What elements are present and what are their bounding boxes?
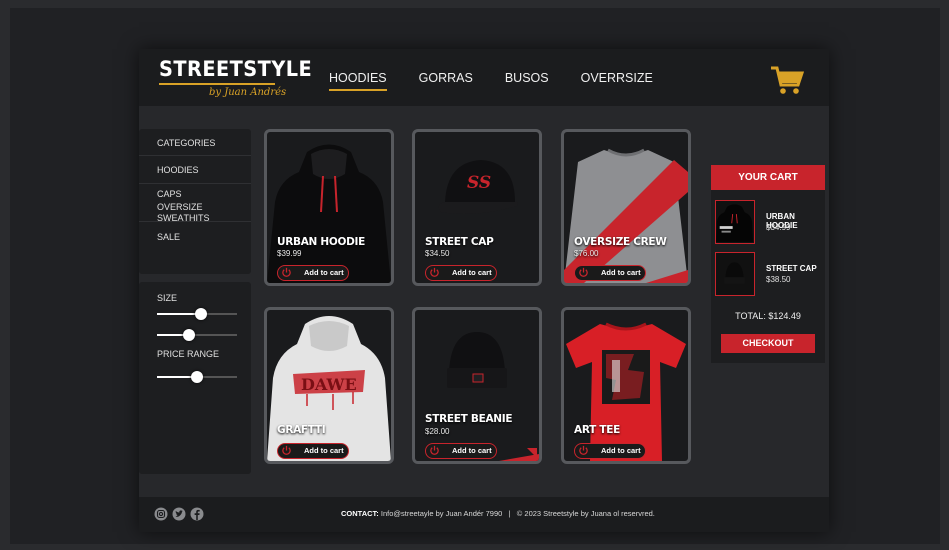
nav-overrsize[interactable]: OVERRSIZE	[581, 71, 653, 91]
product-price: $34.50	[425, 249, 450, 258]
black-cap-image: SS	[438, 160, 518, 214]
add-to-cart-label: Add to cart	[304, 446, 344, 455]
nav-hoodies[interactable]: HOODIES	[329, 71, 387, 91]
size-slider[interactable]	[157, 308, 237, 320]
add-to-cart-label: Add to cart	[304, 268, 344, 277]
contact-info[interactable]: Info@streetayle by Juan Andér 7990	[379, 509, 502, 518]
power-icon	[282, 445, 291, 455]
product-card-art-tee[interactable]: ART TEE Add to cart	[561, 307, 691, 464]
black-beanie-image	[724, 262, 745, 284]
size-label: SIZE	[157, 293, 178, 303]
nav-busos[interactable]: BUSOS	[505, 71, 549, 91]
svg-text:DAWE: DAWE	[301, 375, 357, 394]
add-to-cart-label: Add to cart	[452, 268, 492, 277]
brand-name: STREETSTYLE	[159, 57, 313, 81]
product-card-oversize-crew[interactable]: OVERSIZE CREW $76.00 Add to cart	[561, 129, 691, 286]
divider	[139, 183, 251, 184]
categories-panel: CATEGORIES HOODIES CAPS OVERSIZE SWEAΤHI…	[139, 129, 251, 274]
facebook-icon[interactable]	[190, 507, 204, 521]
add-to-cart-label: Add to cart	[452, 446, 492, 455]
product-name: STREET BEANIE	[425, 413, 513, 425]
black-beanie-image	[415, 332, 539, 461]
filters-panel: SIZE PRICE RANGE	[139, 282, 251, 474]
divider	[139, 221, 251, 222]
power-icon	[282, 267, 291, 277]
checkout-button[interactable]: CHECKOUT	[721, 334, 815, 353]
cart-item-price: $38.50	[766, 275, 791, 284]
slider-handle[interactable]	[191, 371, 203, 383]
site-header: STREETSTYLE by Juan Andrés HOODIES GORRA…	[139, 49, 829, 106]
svg-text:SS: SS	[467, 173, 491, 193]
product-card-urban-hoodie[interactable]: URBAN HOODIE $39.99 Add to cart	[264, 129, 394, 286]
logo-underline	[159, 83, 275, 85]
product-name: STREET CAP	[425, 236, 494, 248]
category-sale[interactable]: SALE	[157, 232, 180, 243]
contact-label: CONTACT:	[341, 509, 379, 518]
black-hoodie-image	[716, 204, 753, 242]
category-caps[interactable]: CAPS	[157, 189, 182, 200]
brand-logo[interactable]: STREETSTYLE by Juan Andrés	[159, 57, 326, 98]
product-price: $76.00	[574, 249, 599, 258]
cart-item-thumbnail[interactable]	[715, 200, 755, 244]
add-to-cart-button[interactable]: Add to cart	[574, 265, 646, 281]
store-page: STREETSTYLE by Juan Andrés HOODIES GORRA…	[139, 49, 829, 532]
instagram-icon[interactable]	[154, 507, 168, 521]
cart-title: YOUR CART	[711, 165, 825, 190]
product-card-street-cap[interactable]: SS STREET CAP $34.50 Add to cart	[412, 129, 542, 286]
add-to-cart-label: Add to cart	[601, 268, 641, 277]
category-hoodies[interactable]: HOODIES	[157, 165, 199, 176]
product-price: $28.00	[425, 427, 450, 436]
add-to-cart-button[interactable]: Add to cart	[574, 443, 646, 459]
black-hoodie-image	[267, 144, 391, 283]
red-art-tee-image	[566, 322, 686, 461]
product-price: $39.99	[277, 249, 302, 258]
nav-gorras[interactable]: GORRAS	[419, 71, 473, 91]
main-nav: HOODIES GORRAS BUSOS OVERRSIZE	[329, 71, 685, 91]
size-slider-secondary[interactable]	[157, 329, 237, 341]
power-icon	[430, 445, 439, 455]
copyright-text: © 2023 Streetstyle by Juana ol reservred…	[516, 509, 655, 518]
cart-item-thumbnail[interactable]	[715, 252, 755, 296]
slider-handle[interactable]	[195, 308, 207, 320]
white-graffiti-hoodie-image: DAWE	[267, 316, 391, 461]
add-to-cart-button[interactable]: Add to cart	[425, 443, 497, 459]
add-to-cart-button[interactable]: Add to cart	[277, 443, 349, 459]
site-footer: CONTACT: Info@streetayle by Juan Andér 7…	[139, 497, 829, 532]
product-name: OVERSIZE CREW	[574, 236, 667, 248]
divider	[139, 155, 251, 156]
power-icon	[579, 445, 588, 455]
cart-total: TOTAL: $124.49	[735, 311, 801, 321]
twitter-icon[interactable]	[172, 507, 186, 521]
product-name: ART TEE	[574, 424, 620, 436]
product-card-street-beanie[interactable]: STREET BEANIE $28.00 Add to cart	[412, 307, 542, 464]
footer-contact: CONTACT: Info@streetayle by Juan Andér 7…	[341, 509, 655, 518]
categories-heading: CATEGORIES	[157, 138, 216, 148]
price-range-label: PRICE RANGE	[157, 349, 220, 359]
brand-tagline: by Juan Andrés	[209, 87, 287, 98]
add-to-cart-button[interactable]: Add to cart	[277, 265, 349, 281]
product-card-graffiti-hoodie[interactable]: DAWE GRAFTTI Add to cart	[264, 307, 394, 464]
power-icon	[579, 267, 588, 277]
add-to-cart-label: Add to cart	[601, 446, 641, 455]
cart-icon[interactable]	[770, 65, 804, 95]
cart-panel: YOUR CART URBAN HOODIE $34.99 STREET CAP…	[711, 165, 825, 363]
power-icon	[430, 267, 439, 277]
add-to-cart-button[interactable]: Add to cart	[425, 265, 497, 281]
cart-item-price: $34.99	[766, 223, 791, 232]
price-range-slider[interactable]	[157, 371, 237, 383]
cart-item-name: STREET CAP	[766, 264, 817, 273]
product-name: URBAN HOODIE	[277, 236, 366, 248]
slider-handle[interactable]	[183, 329, 195, 341]
footer-separator: |	[508, 509, 511, 518]
grey-crewneck-image	[564, 148, 688, 283]
product-name: GRAFTTI	[277, 424, 326, 436]
